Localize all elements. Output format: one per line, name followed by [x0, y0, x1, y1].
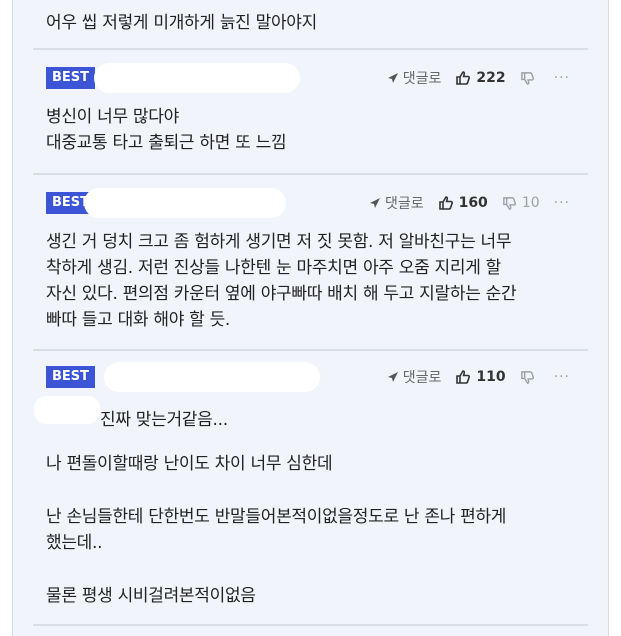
thumbs-up-icon — [456, 370, 471, 384]
more-options-button[interactable]: ··· — [554, 70, 570, 86]
comment-actions: 댓글로 110 ··· — [387, 366, 570, 388]
thumbs-up-icon — [456, 71, 471, 85]
like-button[interactable]: 110 — [455, 369, 506, 385]
divider — [33, 624, 588, 626]
like-button[interactable]: 160 — [438, 195, 488, 211]
comment-line: 자신 있다. 편의점 카운터 옆에 야구빠따 배치 해 두고 지랄하는 순간 — [46, 284, 517, 304]
more-options-button[interactable]: ··· — [554, 195, 570, 211]
thumbs-down-icon — [520, 71, 534, 85]
comment-line: 진짜 맞는거같음... — [100, 410, 228, 430]
comment-line: 난 손님들한테 단한번도 반말들어본적이없을정도로 난 존나 편하게 — [46, 507, 507, 527]
best-badge: BEST — [46, 366, 96, 388]
username-redacted — [94, 63, 300, 93]
comment-line: 병신이 너무 많다야 — [46, 107, 179, 127]
send-icon — [387, 73, 398, 83]
comment-line: 생긴 거 덩치 크고 좀 험하게 생기면 저 짓 못함. 저 알바친구는 너무 — [46, 232, 512, 252]
thumbs-down-icon — [502, 196, 516, 210]
thumbs-up-icon — [438, 196, 453, 210]
like-count: 110 — [476, 369, 506, 385]
comment-line: 물론 평생 시비걸려본적이없음 — [46, 586, 256, 606]
like-count: 222 — [476, 70, 506, 86]
comment-line: 나 편돌이할때랑 난이도 차이 너무 심한데 — [46, 454, 333, 474]
thumbs-down-icon — [520, 370, 534, 384]
comment-body: 생긴 거 덩치 크고 좀 험하게 생기면 저 짓 못함. 저 알바친구는 너무 … — [46, 229, 586, 333]
comment-header: BEST 댓글로 110 ··· — [46, 362, 586, 392]
comment-body: 병신이 너무 많다야 대중교통 타고 출퇴근 하면 또 느낌 — [46, 104, 586, 156]
send-icon — [387, 372, 398, 382]
divider — [33, 173, 588, 175]
comment-line: 빠따 들고 대화 해야 할 듯. — [46, 310, 231, 330]
more-options-button[interactable]: ··· — [554, 369, 570, 385]
username-redacted — [84, 188, 286, 218]
comment-line: 대중교통 타고 출퇴근 하면 또 느낌 — [46, 133, 287, 153]
reply-button[interactable]: 댓글로 — [369, 193, 424, 213]
dislike-button[interactable] — [520, 71, 540, 86]
dislike-button[interactable] — [520, 370, 540, 385]
text-redacted — [34, 396, 100, 424]
send-icon — [369, 198, 380, 208]
like-count: 160 — [458, 195, 488, 211]
comment-line: 했는데.. — [46, 533, 103, 553]
reply-label: 댓글로 — [402, 71, 442, 87]
divider — [33, 48, 588, 50]
comment-text: 어우 씹 저렇게 미개하게 늙진 말아야지 — [46, 13, 317, 33]
comment-body: 진짜 맞는거같음... 나 편돌이할때랑 난이도 차이 너무 심한데 난 손님들… — [46, 407, 586, 609]
dislike-button[interactable]: 10 — [502, 195, 540, 211]
comment-line: 착하게 생김. 저런 진상들 나한텐 눈 마주치면 아주 오줌 지리게 할 — [46, 258, 501, 278]
divider — [33, 349, 588, 351]
reply-label: 댓글로 — [384, 196, 424, 212]
comment-header: BEST 댓글로 222 ··· — [46, 63, 586, 93]
comment-actions: 댓글로 222 ··· — [387, 67, 570, 89]
like-button[interactable]: 222 — [455, 70, 506, 86]
comment-header: BEST 댓글로 160 10 ··· — [46, 188, 586, 218]
reply-button[interactable]: 댓글로 — [387, 367, 442, 387]
reply-button[interactable]: 댓글로 — [387, 68, 442, 88]
username-redacted — [104, 362, 320, 392]
best-badge: BEST — [46, 67, 96, 89]
dislike-count: 10 — [521, 195, 540, 211]
comment-actions: 댓글로 160 10 ··· — [369, 192, 570, 214]
reply-label: 댓글로 — [402, 370, 442, 386]
